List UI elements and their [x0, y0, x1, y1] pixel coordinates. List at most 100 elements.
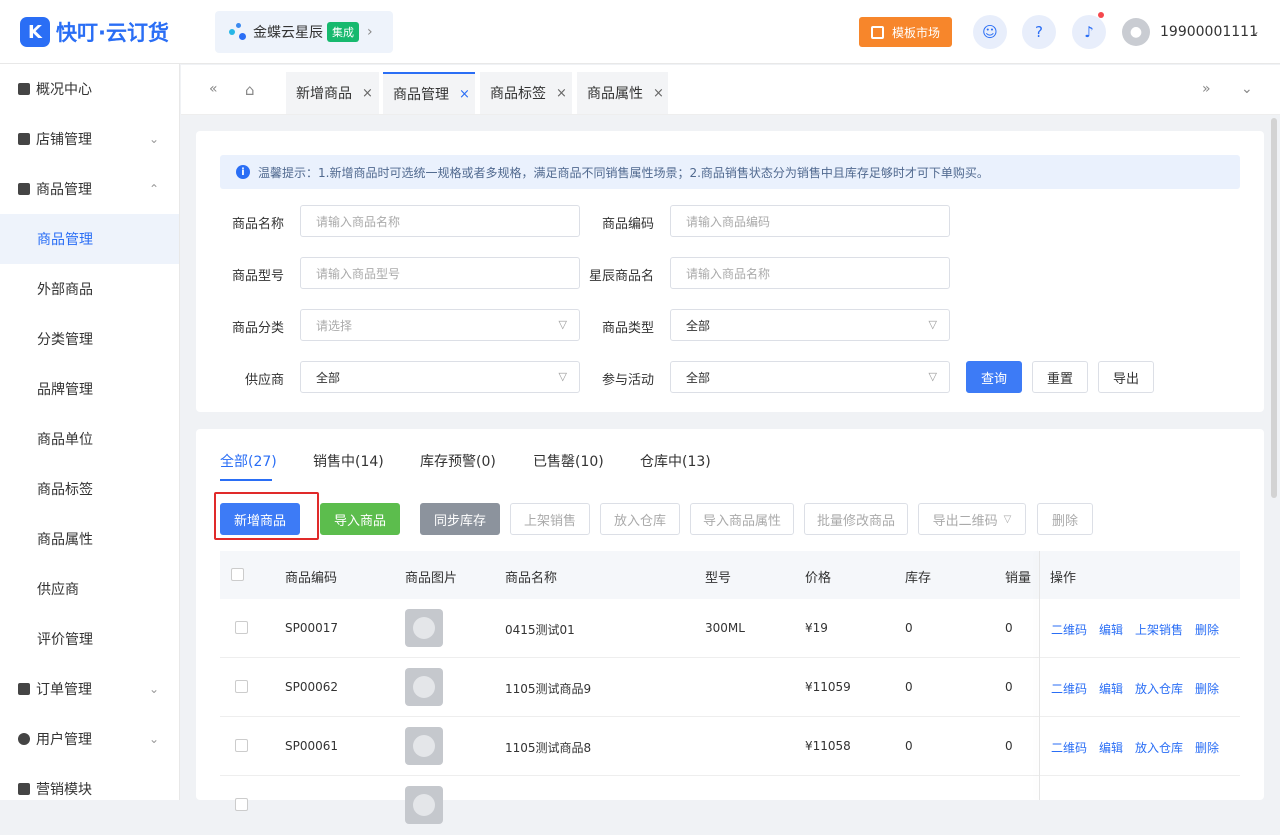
delete-link[interactable]: 删除	[1195, 680, 1219, 697]
chevron-down-icon[interactable]: ⌄	[1250, 24, 1260, 38]
delete-link[interactable]: 删除	[1195, 739, 1219, 756]
put-in-warehouse-button[interactable]: 放入仓库	[600, 503, 680, 535]
sidebar-sub-external-goods[interactable]: 外部商品	[0, 264, 179, 314]
tab-label: 新增商品	[296, 86, 352, 102]
goods-model-input[interactable]: 请输入商品型号	[300, 257, 580, 289]
header-name: 商品名称	[505, 571, 558, 586]
customer-service-icon[interactable]: ☺	[973, 15, 1007, 49]
batch-edit-button[interactable]: 批量修改商品	[804, 503, 908, 535]
on-sale-link[interactable]: 上架销售	[1135, 621, 1183, 638]
close-icon[interactable]: ×	[362, 86, 373, 101]
scrollbar[interactable]	[1271, 118, 1277, 498]
edit-link[interactable]: 编辑	[1099, 621, 1123, 638]
tab-goods-manage[interactable]: 商品管理 ×	[383, 72, 475, 114]
header-image: 商品图片	[405, 571, 458, 586]
status-tab-on-sale[interactable]: 销售中(14)	[313, 451, 384, 471]
activity-label: 参与活动	[601, 373, 654, 388]
supplier-select[interactable]: 全部 ▽	[300, 361, 580, 393]
tab-label: 商品属性	[587, 86, 643, 102]
user-phone[interactable]: 19900001111	[1160, 24, 1258, 40]
template-market-button[interactable]: 模板市场	[859, 17, 952, 47]
brand-logo[interactable]: K 快叮·云订货	[20, 17, 169, 47]
sync-stock-button[interactable]: 同步库存	[420, 503, 500, 535]
sidebar-sub-brand[interactable]: 品牌管理	[0, 364, 179, 414]
sidebar-item-users[interactable]: 用户管理 ⌄	[0, 714, 179, 764]
import-attributes-button[interactable]: 导入商品属性	[690, 503, 794, 535]
qrcode-link[interactable]: 二维码	[1051, 680, 1087, 697]
close-icon[interactable]: ×	[653, 86, 664, 101]
goods-image-placeholder	[405, 727, 443, 765]
goods-type-select[interactable]: 全部 ▽	[670, 309, 950, 341]
row-name: 1105测试商品8	[505, 741, 592, 755]
delete-link[interactable]: 删除	[1195, 621, 1219, 638]
reset-button[interactable]: 重置	[1032, 361, 1088, 393]
header-code: 商品编码	[285, 571, 338, 586]
info-icon: i	[236, 165, 250, 179]
activity-select[interactable]: 全部 ▽	[670, 361, 950, 393]
double-chevron-right-icon[interactable]: »	[1202, 81, 1211, 97]
status-tab-in-warehouse[interactable]: 仓库中(13)	[640, 451, 711, 471]
qrcode-link[interactable]: 二维码	[1051, 621, 1087, 638]
chevron-up-icon: ⌃	[148, 182, 159, 196]
sidebar-item-orders[interactable]: 订单管理 ⌄	[0, 664, 179, 714]
goods-image-placeholder	[405, 668, 443, 706]
row-model: 300ML	[705, 621, 745, 635]
help-icon[interactable]: ?	[1022, 15, 1056, 49]
goods-category-select[interactable]: 请选择 ▽	[300, 309, 580, 341]
sidebar-item-overview[interactable]: 概况中心	[0, 64, 179, 114]
sidebar-sub-tags[interactable]: 商品标签	[0, 464, 179, 514]
chevron-down-icon: ⌄	[148, 132, 159, 146]
status-tab-all[interactable]: 全部(27)	[220, 451, 277, 471]
chevron-down-icon[interactable]: ⌄	[1241, 81, 1253, 97]
put-in-warehouse-link[interactable]: 放入仓库	[1135, 739, 1183, 756]
row-checkbox[interactable]	[235, 621, 248, 634]
header-actions: 操作	[1050, 571, 1077, 586]
sidebar-item-label: 用户管理	[36, 732, 92, 748]
close-icon[interactable]: ×	[459, 87, 470, 102]
sidebar-sub-supplier[interactable]: 供应商	[0, 564, 179, 614]
on-sale-button[interactable]: 上架销售	[510, 503, 590, 535]
chevron-down-icon: ▽	[928, 318, 937, 331]
import-goods-button[interactable]: 导入商品	[320, 503, 400, 535]
row-checkbox[interactable]	[235, 739, 248, 752]
sidebar-item-marketing[interactable]: 营销模块	[0, 764, 179, 814]
tab-add-goods[interactable]: 新增商品 ×	[286, 72, 379, 114]
tab-goods-tags[interactable]: 商品标签 ×	[480, 72, 572, 114]
bell-icon[interactable]: ♪	[1072, 12, 1106, 49]
sidebar-sub-category[interactable]: 分类管理	[0, 314, 179, 364]
kingdee-integration-button[interactable]: 金蝶云星辰 集成 ›	[215, 11, 393, 53]
qrcode-link[interactable]: 二维码	[1051, 739, 1087, 756]
sidebar-sub-reviews[interactable]: 评价管理	[0, 614, 179, 664]
user-icon	[18, 733, 30, 745]
edit-link[interactable]: 编辑	[1099, 680, 1123, 697]
row-price: ¥11058	[805, 739, 851, 753]
home-icon[interactable]: ⌂	[245, 81, 255, 99]
row-checkbox[interactable]	[235, 680, 248, 693]
table-row: SP00062 1105测试商品9 ¥11059 0 0 二维码 编辑 放入仓库…	[220, 658, 1240, 717]
delete-button[interactable]: 删除	[1037, 503, 1093, 535]
sidebar-sub-unit[interactable]: 商品单位	[0, 414, 179, 464]
edit-link[interactable]: 编辑	[1099, 739, 1123, 756]
status-tab-stock-alert[interactable]: 库存预警(0)	[420, 451, 496, 471]
sidebar-item-store[interactable]: 店铺管理 ⌄	[0, 114, 179, 164]
query-button[interactable]: 查询	[966, 361, 1022, 393]
put-in-warehouse-link[interactable]: 放入仓库	[1135, 680, 1183, 697]
sidebar-sub-attributes[interactable]: 商品属性	[0, 514, 179, 564]
goods-name-input[interactable]: 请输入商品名称	[300, 205, 580, 237]
status-tab-sold-out[interactable]: 已售罄(10)	[533, 451, 604, 471]
export-qrcode-button[interactable]: 导出二维码 ▽	[918, 503, 1026, 535]
export-button[interactable]: 导出	[1098, 361, 1154, 393]
sidebar-sub-goods-manage[interactable]: 商品管理	[0, 214, 179, 264]
avatar[interactable]: ●	[1122, 18, 1150, 46]
sidebar-item-goods[interactable]: 商品管理 ⌃	[0, 164, 179, 214]
goods-code-input[interactable]: 请输入商品编码	[670, 205, 950, 237]
goods-name-label: 商品名称	[231, 217, 284, 232]
xc-goods-name-input[interactable]: 请输入商品名称	[670, 257, 950, 289]
chevron-right-icon: ›	[367, 24, 373, 40]
tab-goods-attributes[interactable]: 商品属性 ×	[577, 72, 668, 114]
select-all-checkbox[interactable]	[231, 568, 244, 581]
tip-text: 温馨提示：1.新增商品时可选统一规格或者多规格，满足商品不同销售属性场景；2.商…	[258, 165, 989, 180]
add-goods-button[interactable]: 新增商品	[220, 503, 300, 535]
close-icon[interactable]: ×	[556, 86, 567, 101]
double-chevron-left-icon[interactable]: «	[209, 81, 218, 97]
